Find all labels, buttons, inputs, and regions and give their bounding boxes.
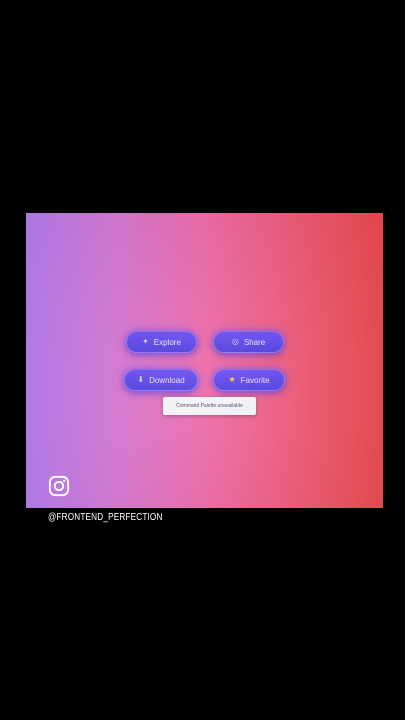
share-label: Share bbox=[243, 337, 266, 347]
instagram-icon bbox=[48, 475, 70, 497]
share-icon: ◎ bbox=[231, 337, 239, 346]
download-label: Download bbox=[149, 375, 185, 385]
favorite-button[interactable]: ★ Favorite bbox=[213, 369, 285, 391]
share-button[interactable]: ◎ Share bbox=[213, 331, 284, 353]
explore-label: Explore bbox=[153, 337, 181, 347]
favorite-label: Favorite bbox=[240, 375, 270, 385]
download-button[interactable]: ⬇ Download bbox=[124, 369, 198, 391]
toast-text: Command Palette unavailable bbox=[176, 403, 243, 409]
demo-stage: ✦ Explore ◎ Share ⬇ Download ★ Favorite … bbox=[26, 213, 383, 508]
toast-notification: Command Palette unavailable bbox=[163, 397, 256, 415]
explore-button[interactable]: ✦ Explore bbox=[126, 331, 197, 353]
creator-handle: @FRONTEND_PERFECTION bbox=[48, 512, 163, 523]
download-icon: ⬇ bbox=[137, 375, 145, 384]
star-icon: ★ bbox=[228, 375, 236, 384]
compass-icon: ✦ bbox=[142, 337, 149, 346]
